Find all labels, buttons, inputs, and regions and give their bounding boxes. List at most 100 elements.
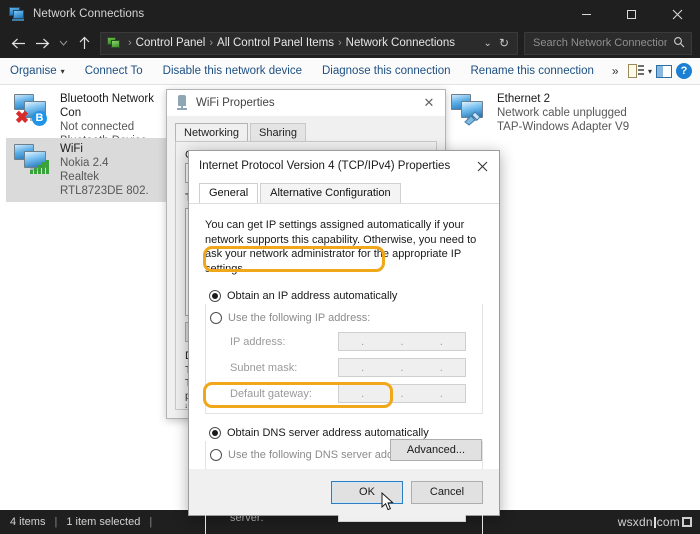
octet-separator: . [439, 387, 443, 400]
radio-indicator[interactable] [209, 427, 221, 439]
cancel-button[interactable]: Cancel [411, 480, 483, 504]
refresh-icon[interactable]: ↻ [499, 36, 513, 50]
octet-separator: . [361, 361, 365, 374]
list-item-status: Network cable unplugged [497, 107, 627, 119]
default-gateway-input[interactable]: . . . [338, 384, 466, 403]
advanced-button[interactable]: Advanced... [389, 439, 482, 461]
status-divider: | [54, 516, 58, 528]
list-item-status: Nokia 2.4 [60, 157, 109, 169]
status-selection: 1 item selected [66, 516, 141, 528]
command-connect-to[interactable]: Connect To [75, 65, 153, 77]
tab-networking[interactable]: Networking [175, 123, 249, 143]
command-overflow-button[interactable]: » [604, 64, 627, 78]
field-label: Subnet mask: [230, 361, 298, 374]
ipv4-dialog-title-bar: Internet Protocol Version 4 (TCP/IPv4) P… [189, 151, 499, 181]
tab-general[interactable]: General [199, 183, 259, 203]
field-label: IP address: [230, 335, 286, 348]
chevron-down-icon[interactable]: ▾ [648, 67, 652, 76]
search-input[interactable] [531, 36, 669, 50]
command-bar-right: ▾ ? [627, 63, 700, 79]
control-panel-icon [107, 36, 121, 50]
octet-separator: . [361, 387, 365, 400]
ipv4-dialog-tabs: General Alternative Configuration [189, 181, 499, 203]
field-subnet-mask: Subnet mask: . . . [230, 358, 482, 377]
radio-indicator[interactable] [210, 449, 222, 461]
manual-ip-group: Use the following IP address: IP address… [205, 304, 483, 414]
breadcrumb-control-panel[interactable]: Control Panel [136, 37, 206, 49]
wifi-properties-icon [175, 95, 189, 111]
preview-pane-icon[interactable] [656, 64, 672, 78]
ipv4-properties-dialog: Internet Protocol Version 4 (TCP/IPv4) P… [188, 150, 500, 534]
site-watermark-text-after: com [656, 515, 680, 529]
search-icon[interactable] [673, 36, 685, 51]
radio-label: Obtain DNS server address automatically [227, 427, 429, 439]
help-icon[interactable]: ? [676, 63, 692, 79]
command-organise[interactable]: Organise ▾ [0, 65, 75, 77]
bluetooth-adapter-icon: ✖ B [12, 92, 54, 130]
ip-address-input[interactable]: . . . [338, 332, 466, 351]
wifi-adapter-icon [12, 142, 54, 180]
subnet-mask-input[interactable]: . . . [338, 358, 466, 377]
list-item-name: WiFi [60, 143, 83, 155]
breadcrumb-network-connections[interactable]: Network Connections [346, 37, 455, 49]
network-connections-icon [9, 6, 25, 22]
maximize-button[interactable] [609, 0, 654, 28]
recent-locations-button[interactable] [54, 31, 72, 55]
signal-strength-icon [30, 160, 50, 174]
command-diagnose-connection[interactable]: Diagnose this connection [312, 65, 461, 77]
list-item-ethernet-2[interactable]: Ethernet 2 Network cable unplugged TAP-W… [443, 88, 693, 138]
tab-alternative-configuration[interactable]: Alternative Configuration [260, 183, 401, 203]
octet-separator: . [439, 361, 443, 374]
up-button[interactable] [72, 31, 96, 55]
breadcrumb-separator: › [209, 37, 214, 49]
ipv4-dialog-title: Internet Protocol Version 4 (TCP/IPv4) P… [199, 160, 451, 172]
tab-sharing[interactable]: Sharing [250, 123, 306, 143]
radio-indicator[interactable] [209, 290, 221, 302]
octet-separator: . [361, 335, 365, 348]
radio-indicator[interactable] [210, 312, 222, 324]
command-rename-connection[interactable]: Rename this connection [461, 65, 604, 77]
breadcrumb-separator: › [338, 37, 342, 49]
field-default-gateway: Default gateway: . . . [230, 384, 482, 403]
chevron-down-icon[interactable]: ⌄ [477, 38, 499, 49]
list-item-device: Realtek RTL8723DE 802. [60, 171, 149, 197]
change-view-icon[interactable] [627, 64, 644, 78]
field-label: Default gateway: [230, 387, 312, 400]
unplugged-cable-icon [463, 110, 483, 126]
text-cursor-icon [653, 516, 656, 528]
back-button[interactable] [6, 31, 30, 55]
window-controls [564, 0, 700, 28]
list-item-device: TAP-Windows Adapter V9 [497, 121, 630, 133]
site-watermark-text-before: wsxdn [617, 515, 653, 529]
command-disable-device[interactable]: Disable this network device [153, 65, 312, 77]
status-items-count: 4 items [10, 516, 46, 528]
command-organise-label: Organise [10, 65, 57, 77]
field-ip-address: IP address: . . . [230, 332, 482, 351]
search-box[interactable] [524, 31, 692, 55]
address-bar[interactable]: › Control Panel › All Control Panel Item… [100, 31, 518, 55]
list-item-name: Ethernet 2 [497, 93, 551, 105]
wifi-dialog-title: WiFi Properties [196, 97, 275, 109]
breadcrumb-all-control-panel-items[interactable]: All Control Panel Items [217, 37, 334, 49]
radio-label: Use the following IP address: [228, 312, 371, 324]
ipv4-intro-text: You can get IP settings assigned automat… [205, 219, 477, 275]
radio-obtain-dns-automatically[interactable]: Obtain DNS server address automatically [209, 427, 499, 439]
ipv4-dialog-body: You can get IP settings assigned automat… [189, 203, 499, 534]
octet-separator: . [400, 335, 404, 348]
ethernet-adapter-icon [449, 92, 491, 130]
radio-obtain-ip-automatically[interactable]: Obtain an IP address automatically [209, 290, 499, 302]
screenshot-root: Network Connections › Control Panel › Al… [0, 0, 700, 534]
breadcrumb-separator: › [128, 37, 132, 49]
close-button[interactable] [654, 0, 700, 28]
wifi-dialog-close-button[interactable]: ✕ [413, 95, 445, 111]
window-title: Network Connections [33, 8, 145, 20]
list-item-wifi[interactable]: WiFi Nokia 2.4 Realtek RTL8723DE 802. [6, 138, 170, 202]
bluetooth-icon: B [32, 111, 47, 126]
ipv4-dialog-close-button[interactable] [465, 151, 499, 181]
watermark-box-icon [682, 517, 692, 527]
forward-button[interactable] [30, 31, 54, 55]
radio-use-following-ip[interactable]: Use the following IP address: [210, 312, 482, 324]
status-divider: | [149, 516, 153, 528]
minimize-button[interactable] [564, 0, 609, 28]
address-bar-row: › Control Panel › All Control Panel Item… [0, 28, 700, 58]
